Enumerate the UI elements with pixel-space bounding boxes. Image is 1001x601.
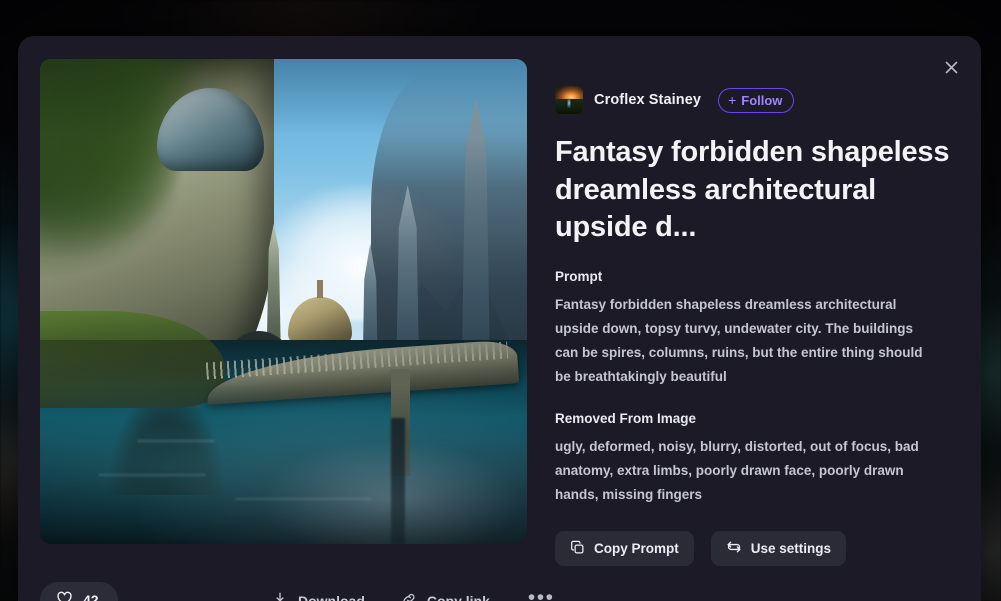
like-button[interactable]: 42: [40, 582, 118, 601]
bottom-action-bar: 42 Download Copy link •••: [18, 580, 981, 601]
prompt-text: Fantasy forbidden shapeless dreamless ar…: [555, 297, 923, 385]
author-row: Croflex Stainey + Follow: [555, 86, 955, 114]
link-icon: [401, 591, 417, 601]
copy-prompt-label: Copy Prompt: [594, 541, 679, 557]
screen: Croflex Stainey + Follow Fantasy forbidd…: [0, 0, 1001, 601]
artwork-image[interactable]: [40, 59, 527, 544]
use-settings-button[interactable]: Use settings: [710, 531, 847, 567]
follow-button[interactable]: + Follow: [718, 87, 795, 113]
plus-icon: +: [728, 92, 737, 108]
avatar[interactable]: [555, 86, 583, 114]
download-icon: [272, 591, 288, 601]
copy-link-button[interactable]: Copy link: [397, 586, 494, 601]
copy-prompt-button[interactable]: Copy Prompt: [555, 531, 694, 567]
detail-panel: Croflex Stainey + Follow Fantasy forbidd…: [555, 86, 955, 567]
like-count: 42: [83, 592, 99, 601]
copy-link-label: Copy link: [426, 592, 490, 601]
more-horizontal-icon[interactable]: •••: [522, 587, 561, 601]
artwork-shading: [40, 59, 527, 544]
use-settings-label: Use settings: [750, 541, 832, 557]
download-button[interactable]: Download: [268, 586, 369, 601]
prompt-section: Prompt Fantasy forbidden shapeless dream…: [555, 269, 955, 389]
author-name[interactable]: Croflex Stainey: [594, 92, 701, 108]
artwork-canvas: [40, 59, 527, 544]
negative-prompt-label: Removed From Image: [555, 411, 697, 427]
download-label: Download: [298, 592, 365, 601]
copy-icon: [570, 540, 585, 558]
follow-button-label: Follow: [741, 92, 783, 108]
negative-prompt-text: ugly, deformed, noisy, blurry, distorted…: [555, 439, 919, 503]
negative-prompt-section: Removed From Image ugly, deformed, noisy…: [555, 411, 955, 507]
sync-icon: [726, 539, 742, 558]
close-icon[interactable]: [934, 50, 968, 84]
prompt-label: Prompt: [555, 269, 603, 285]
action-button-row: Copy Prompt Use settings: [555, 531, 955, 567]
bottom-actions: Download Copy link •••: [268, 586, 560, 601]
avatar-glow: [566, 98, 572, 108]
page-title: Fantasy forbidden shapeless dreamless ar…: [555, 136, 950, 244]
heart-icon: [56, 590, 73, 601]
image-detail-modal: Croflex Stainey + Follow Fantasy forbidd…: [18, 36, 981, 601]
